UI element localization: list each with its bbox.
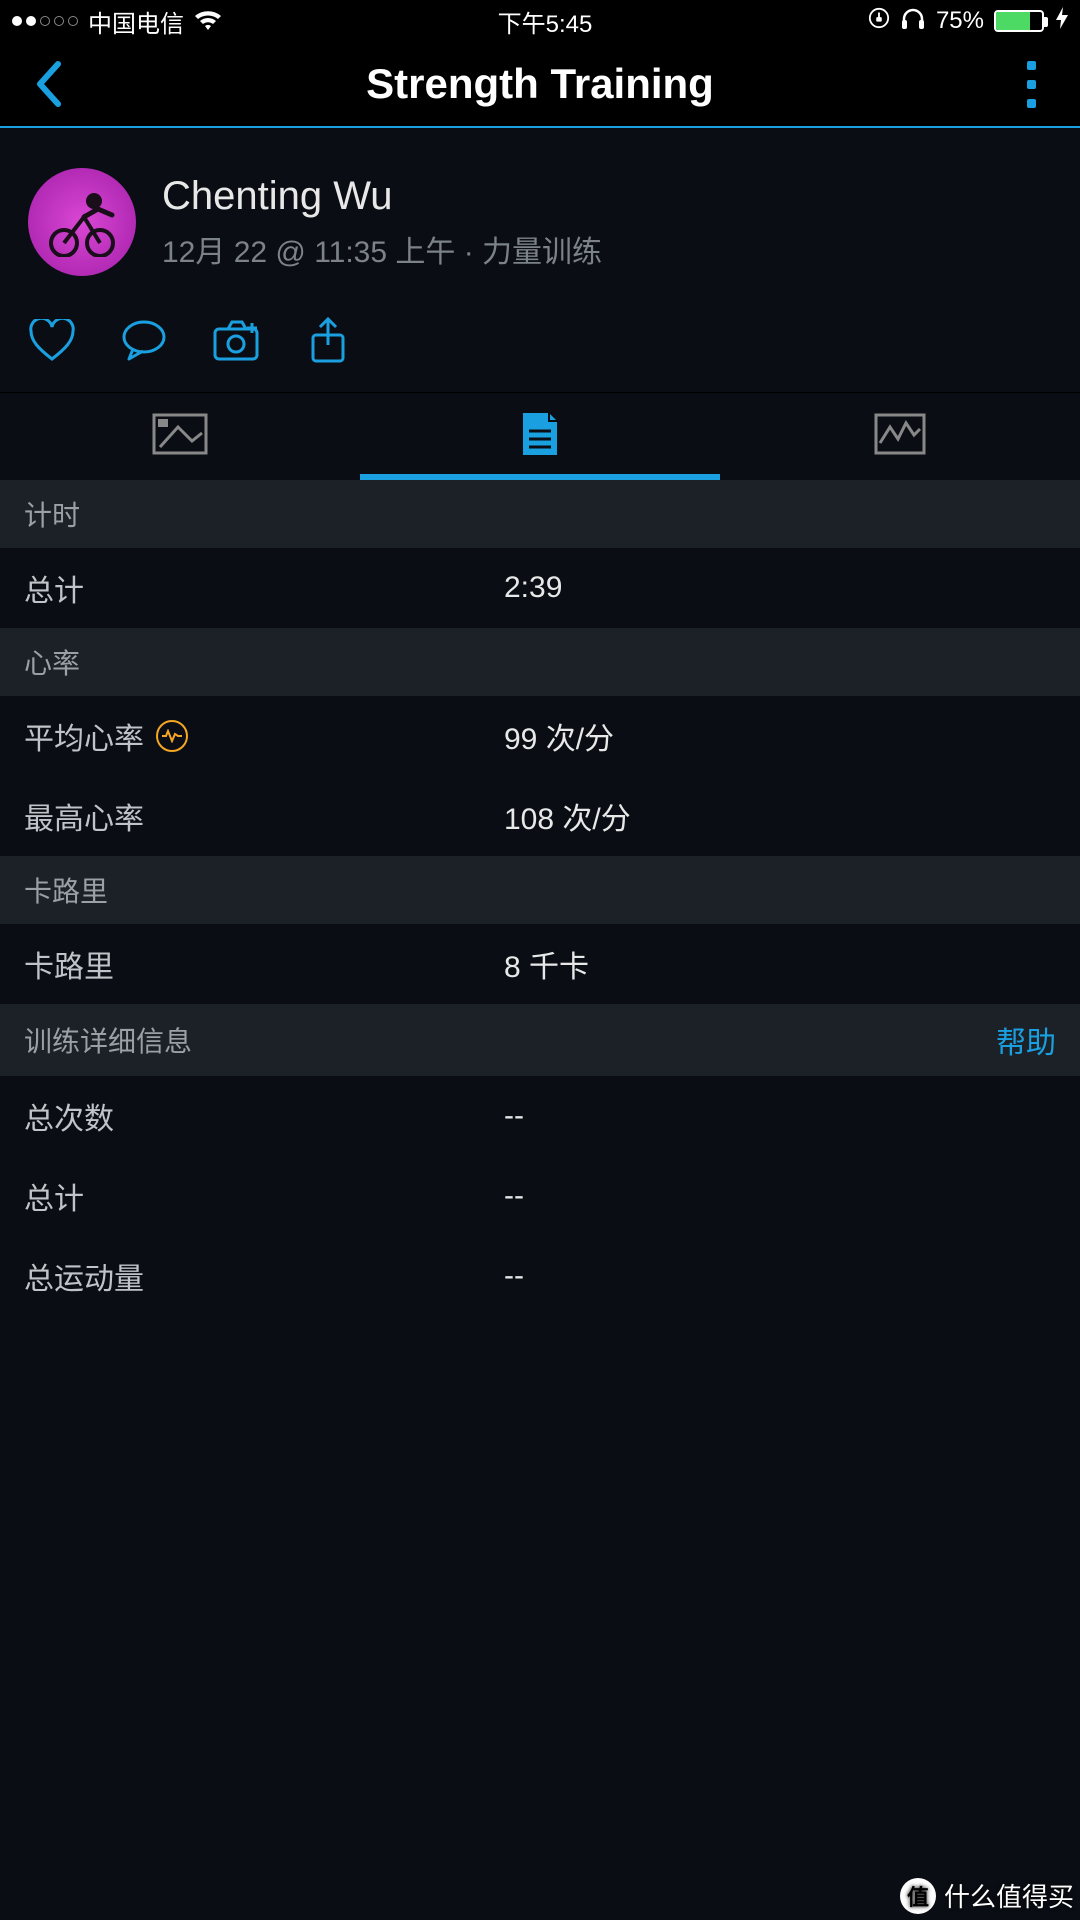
tab-chart[interactable]: [720, 393, 1080, 480]
label-avg-hr: 平均心率: [24, 714, 504, 758]
charging-icon: [1056, 7, 1068, 36]
battery-pct: 75%: [936, 7, 984, 35]
carrier-label: 中国电信: [88, 4, 184, 39]
watermark-badge-icon: 值: [900, 1878, 936, 1914]
avatar[interactable]: [28, 168, 136, 276]
status-bar: 中国电信 下午5:45 75%: [0, 0, 1080, 42]
row-calories: 卡路里 8 千卡: [0, 924, 1080, 1004]
status-left: 中国电信: [12, 4, 222, 39]
status-time: 下午5:45: [498, 4, 593, 39]
page-title: Strength Training: [366, 60, 714, 108]
user-info: Chenting Wu 12月 22 @ 11:35 上午 · 力量训练: [162, 174, 602, 271]
row-max-hr: 最高心率 108 次/分: [0, 776, 1080, 856]
screen: 中国电信 下午5:45 75% Strength Training: [0, 0, 1080, 1920]
back-button[interactable]: [28, 54, 68, 114]
row-avg-hr: 平均心率 99 次/分: [0, 696, 1080, 776]
value-max-hr: 108 次/分: [504, 794, 1056, 838]
like-button[interactable]: [28, 316, 76, 364]
section-hr: 心率: [0, 628, 1080, 696]
tab-bar: [0, 392, 1080, 480]
row-total-time: 总计 2:39: [0, 548, 1080, 628]
row-total2: 总计 --: [0, 1156, 1080, 1236]
share-button[interactable]: [304, 316, 352, 364]
nav-header: Strength Training: [0, 42, 1080, 128]
hr-sensor-icon: [156, 720, 188, 752]
value-avg-hr: 99 次/分: [504, 714, 1056, 758]
section-timer: 计时: [0, 480, 1080, 548]
help-link[interactable]: 帮助: [996, 1018, 1056, 1062]
label-max-hr: 最高心率: [24, 794, 504, 838]
more-menu-button[interactable]: [1012, 61, 1052, 108]
user-meta: 12月 22 @ 11:35 上午 · 力量训练: [162, 227, 602, 271]
user-name: Chenting Wu: [162, 174, 602, 219]
comment-button[interactable]: [120, 316, 168, 364]
user-section: Chenting Wu 12月 22 @ 11:35 上午 · 力量训练: [0, 128, 1080, 306]
label-reps: 总次数: [24, 1094, 504, 1138]
value-volume: --: [504, 1259, 1056, 1293]
tab-map[interactable]: [0, 393, 360, 480]
value-total-time: 2:39: [504, 571, 1056, 605]
section-calories: 卡路里: [0, 856, 1080, 924]
row-reps: 总次数 --: [0, 1076, 1080, 1156]
headphones-icon: [900, 6, 926, 37]
value-reps: --: [504, 1099, 1056, 1133]
label-total2: 总计: [24, 1174, 504, 1218]
battery-icon: [994, 10, 1044, 32]
wifi-icon: [194, 10, 222, 32]
label-calories: 卡路里: [24, 942, 504, 986]
label-volume: 总运动量: [24, 1254, 504, 1298]
action-row: [0, 306, 1080, 392]
rotation-lock-icon: [868, 7, 890, 36]
signal-icon: [12, 16, 78, 26]
label-total-time: 总计: [24, 566, 504, 610]
watermark-text: 什么值得买: [944, 1877, 1074, 1914]
watermark: 值 什么值得买: [900, 1877, 1074, 1914]
row-volume: 总运动量 --: [0, 1236, 1080, 1316]
tab-details[interactable]: [360, 393, 720, 480]
section-details: 训练详细信息 帮助: [0, 1004, 1080, 1076]
value-total2: --: [504, 1179, 1056, 1213]
value-calories: 8 千卡: [504, 942, 1056, 986]
camera-button[interactable]: [212, 316, 260, 364]
status-right: 75%: [868, 6, 1068, 37]
